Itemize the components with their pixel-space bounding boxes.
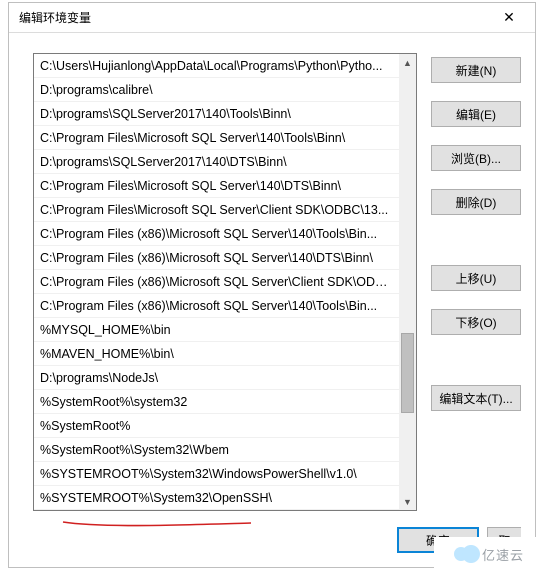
close-button[interactable]: ✕	[489, 4, 529, 32]
list-item[interactable]: D:\programs\mingw64\bin	[34, 510, 399, 511]
red-underline-annotation	[62, 519, 252, 533]
dialog-title: 编辑环境变量	[19, 9, 489, 26]
list-item[interactable]: D:\programs\SQLServer2017\140\DTS\Binn\	[34, 150, 399, 174]
list-item[interactable]: %SystemRoot%\System32\Wbem	[34, 438, 399, 462]
list-item[interactable]: %SystemRoot%\system32	[34, 390, 399, 414]
scroll-up-button[interactable]: ▲	[399, 54, 416, 71]
list-item[interactable]: C:\Users\Hujianlong\AppData\Local\Progra…	[34, 54, 399, 78]
list-item[interactable]: C:\Program Files\Microsoft SQL Server\14…	[34, 174, 399, 198]
list-item[interactable]: D:\programs\NodeJs\	[34, 366, 399, 390]
list-item[interactable]: D:\programs\SQLServer2017\140\Tools\Binn…	[34, 102, 399, 126]
list-item[interactable]: C:\Program Files (x86)\Microsoft SQL Ser…	[34, 294, 399, 318]
move-up-button[interactable]: 上移(U)	[431, 265, 521, 291]
path-listbox[interactable]: C:\Users\Hujianlong\AppData\Local\Progra…	[33, 53, 417, 511]
list-item[interactable]: %SYSTEMROOT%\System32\WindowsPowerShell\…	[34, 462, 399, 486]
delete-button[interactable]: 删除(D)	[431, 189, 521, 215]
list-item[interactable]: C:\Program Files\Microsoft SQL Server\Cl…	[34, 198, 399, 222]
list-item[interactable]: C:\Program Files\Microsoft SQL Server\14…	[34, 126, 399, 150]
watermark-text: 亿速云	[482, 545, 524, 564]
list-item[interactable]: C:\Program Files (x86)\Microsoft SQL Ser…	[34, 222, 399, 246]
list-item[interactable]: %MYSQL_HOME%\bin	[34, 318, 399, 342]
edit-text-button[interactable]: 编辑文本(T)...	[431, 385, 521, 411]
list-item[interactable]: %SystemRoot%	[34, 414, 399, 438]
scroll-down-button[interactable]: ▼	[399, 493, 416, 510]
list-item[interactable]: D:\programs\calibre\	[34, 78, 399, 102]
dialog-content: C:\Users\Hujianlong\AppData\Local\Progra…	[9, 33, 535, 567]
cloud-icon	[454, 545, 478, 563]
list-item[interactable]: %MAVEN_HOME%\bin\	[34, 342, 399, 366]
action-buttons: 新建(N) 编辑(E) 浏览(B)... 删除(D) 上移(U) 下移(O) 编…	[431, 53, 521, 511]
watermark: 亿速云	[434, 537, 544, 571]
browse-button[interactable]: 浏览(B)...	[431, 145, 521, 171]
move-down-button[interactable]: 下移(O)	[431, 309, 521, 335]
list-item[interactable]: %SYSTEMROOT%\System32\OpenSSH\	[34, 486, 399, 510]
scroll-track[interactable]	[399, 71, 416, 493]
scrollbar[interactable]: ▲ ▼	[399, 54, 416, 510]
scroll-thumb[interactable]	[401, 333, 414, 413]
list-item[interactable]: C:\Program Files (x86)\Microsoft SQL Ser…	[34, 246, 399, 270]
list-item[interactable]: C:\Program Files (x86)\Microsoft SQL Ser…	[34, 270, 399, 294]
new-button[interactable]: 新建(N)	[431, 57, 521, 83]
titlebar[interactable]: 编辑环境变量 ✕	[9, 3, 535, 33]
edit-button[interactable]: 编辑(E)	[431, 101, 521, 127]
env-var-dialog: 编辑环境变量 ✕ C:\Users\Hujianlong\AppData\Loc…	[8, 2, 536, 568]
